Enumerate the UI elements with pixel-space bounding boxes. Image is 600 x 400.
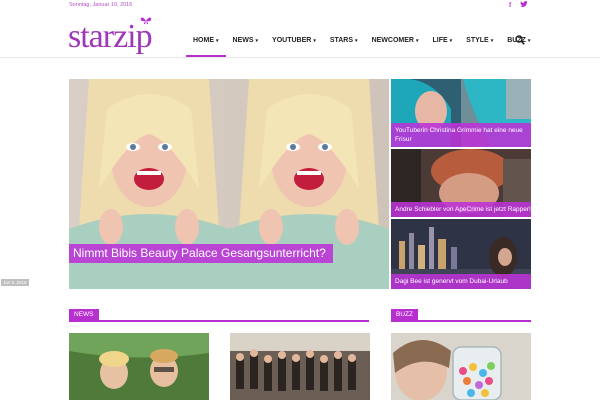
buzz-section-line bbox=[391, 320, 531, 322]
chevron-down-icon: ▾ bbox=[255, 38, 259, 44]
featured-side-article-2[interactable]: Andre Schiebler von ApeCrime ist jetzt R… bbox=[391, 149, 531, 217]
chevron-down-icon: ▾ bbox=[313, 38, 316, 44]
chevron-down-icon: ▾ bbox=[527, 38, 531, 44]
nav-item-news[interactable]: NEWS ▾ bbox=[226, 32, 266, 54]
main-nav: HOME ▾ NEWS ▾ YOUTUBER ▾ STARS ▾ NEWCOMER ▾ L… bbox=[186, 32, 537, 58]
featured-side-title-3[interactable]: Dagi Bee ist genervt vom Dubai-Urlaub bbox=[391, 274, 531, 289]
featured-side-title-1[interactable]: YouTuberin Christina Grimmie hat eine ne… bbox=[391, 123, 531, 147]
news-thumbnail-2[interactable] bbox=[230, 333, 370, 400]
chevron-down-icon: ▾ bbox=[216, 38, 219, 44]
featured-side-title-2[interactable]: Andre Schiebler von ApeCrime ist jetzt R… bbox=[391, 202, 531, 217]
twitter-icon[interactable] bbox=[520, 1, 528, 10]
nav-item-home[interactable]: HOME ▾ bbox=[186, 32, 226, 58]
site-logo[interactable]: starzip bbox=[68, 16, 158, 56]
chevron-down-icon: ▾ bbox=[449, 38, 453, 44]
search-icon[interactable] bbox=[515, 35, 525, 45]
news-image-1 bbox=[69, 333, 209, 400]
chevron-down-icon: ▾ bbox=[415, 38, 419, 44]
nav-item-youtuber[interactable]: YOUTUBER ▾ bbox=[265, 32, 323, 54]
chevron-down-icon: ▾ bbox=[355, 38, 358, 44]
header-divider bbox=[0, 57, 600, 58]
featured-side-article-1[interactable]: YouTuberin Christina Grimmie hat eine ne… bbox=[391, 79, 531, 147]
nav-item-style[interactable]: STYLE ▾ bbox=[459, 32, 500, 54]
buzz-image-1 bbox=[391, 333, 531, 400]
current-date: Sonntag, Januar 10, 2016 bbox=[69, 2, 133, 8]
featured-side-article-3[interactable]: Dagi Bee ist genervt vom Dubai-Urlaub bbox=[391, 219, 531, 289]
featured-main-date: Jan 9, 2016 bbox=[1, 279, 29, 286]
facebook-icon[interactable]: f bbox=[509, 1, 511, 9]
buzz-thumbnail-1[interactable] bbox=[391, 333, 531, 400]
news-image-2 bbox=[230, 333, 370, 400]
news-thumbnail-1[interactable] bbox=[69, 333, 209, 400]
top-bar: Sonntag, Januar 10, 2016 f bbox=[0, 0, 600, 12]
chevron-down-icon: ▾ bbox=[490, 38, 494, 44]
featured-main-article[interactable]: Nimmt Bibis Beauty Palace Gesangsunterri… bbox=[69, 79, 389, 289]
nav-item-life[interactable]: LIFE ▾ bbox=[425, 32, 459, 54]
featured-main-title[interactable]: Nimmt Bibis Beauty Palace Gesangsunterri… bbox=[69, 244, 333, 263]
nav-item-newcomer[interactable]: NEWCOMER ▾ bbox=[365, 32, 426, 54]
butterfly-icon bbox=[140, 17, 152, 25]
nav-item-stars[interactable]: STARS ▾ bbox=[323, 32, 365, 54]
news-section-line bbox=[69, 320, 369, 322]
